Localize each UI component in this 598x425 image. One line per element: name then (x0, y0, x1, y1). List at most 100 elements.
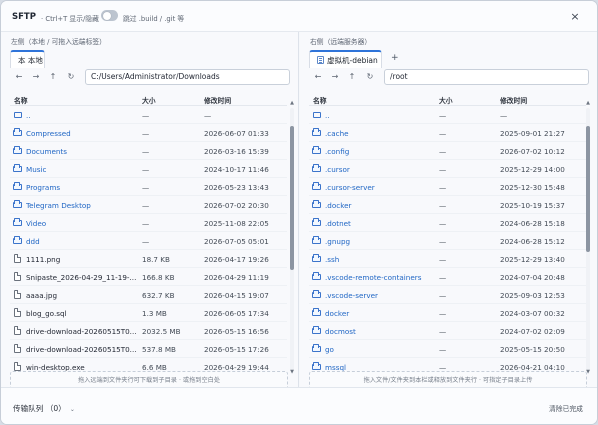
file-name: docmost (325, 327, 356, 336)
refresh-icon[interactable]: ↻ (365, 72, 375, 82)
table-row[interactable]: win-desktop.exe 6.6 MB 2026-04-29 19:44 (10, 358, 287, 371)
modified-time: 2026-04-29 11:19 (204, 273, 269, 282)
table-row[interactable]: Compressed — 2026-06-07 01:33 (10, 124, 287, 142)
modified-time: 2026-04-15 19:07 (204, 291, 269, 300)
scroll-up-icon[interactable]: ▲ (289, 101, 295, 106)
header-name[interactable]: 名称 (313, 95, 327, 105)
file-name: drive-download-20260515T0... (26, 327, 137, 336)
table-row[interactable]: .. — — (10, 106, 287, 124)
file-name: Telegram Desktop (26, 201, 91, 210)
modified-time: 2026-04-21 04:10 (500, 363, 565, 371)
transfer-queue[interactable]: 传输队列 （0） ⌄ (13, 403, 75, 414)
table-row[interactable]: .ssh — 2025-12-29 13:40 (309, 250, 586, 268)
server-icon (317, 56, 324, 64)
file-name: aaaa.jpg (26, 291, 58, 300)
table-row[interactable]: drive-download-20260515T0... 537.8 MB 2026… (10, 340, 287, 358)
file-name: .docker (325, 201, 352, 210)
table-row[interactable]: .cursor-server — 2025-12-30 15:48 (309, 178, 586, 196)
table-row[interactable]: .. — — (309, 106, 586, 124)
forward-arrow-icon[interactable]: → (330, 72, 340, 82)
right-scroll-thumb[interactable] (586, 126, 590, 252)
table-row[interactable]: .cache — 2025-09-01 21:27 (309, 124, 586, 142)
up-arrow-icon[interactable]: ↑ (347, 72, 357, 82)
left-pane: 左侧（本地 / 可拖入远端标签） 本 本地 ← → ↑ ↻ C:/Users/A… (1, 32, 299, 390)
table-row[interactable]: .docker — 2025-10-19 15:37 (309, 196, 586, 214)
modified-time: 2025-10-19 15:37 (500, 201, 565, 210)
left-table-header: 名称 大小 修改时间 (10, 92, 287, 106)
file-name: Documents (26, 147, 67, 156)
table-row[interactable]: Video — 2025-11-08 22:05 (10, 214, 287, 232)
table-row[interactable]: Music — 2024-10-17 11:46 (10, 160, 287, 178)
modified-time: 2024-10-17 11:46 (204, 165, 269, 174)
folder-icon (312, 146, 321, 154)
folder-icon (13, 218, 22, 226)
table-row[interactable]: .dotnet — 2024-06-28 15:18 (309, 214, 586, 232)
tab-local[interactable]: 本 本地 (10, 50, 45, 68)
back-arrow-icon[interactable]: ← (313, 72, 323, 82)
file-size: — (142, 237, 150, 246)
table-row[interactable]: .cursor — 2025-12-29 14:00 (309, 160, 586, 178)
file-name: docker (325, 309, 350, 318)
table-row[interactable]: go — 2025-05-15 20:50 (309, 340, 586, 358)
table-row[interactable]: .vscode-server — 2025-09-03 12:53 (309, 286, 586, 304)
up-arrow-icon[interactable]: ↑ (48, 72, 58, 82)
left-scroll-thumb[interactable] (290, 126, 294, 270)
table-row[interactable]: Documents — 2026-03-16 15:39 (10, 142, 287, 160)
table-row[interactable]: blog_go.sql 1.3 MB 2026-06-05 17:34 (10, 304, 287, 322)
file-size: — (439, 309, 447, 318)
modified-time: 2026-04-29 19:44 (204, 363, 269, 371)
folder-icon (312, 272, 321, 280)
left-scrollbar[interactable] (290, 108, 294, 370)
file-size: — (142, 201, 150, 210)
table-row[interactable]: .gnupg — 2024-06-28 15:12 (309, 232, 586, 250)
file-size: — (439, 111, 447, 120)
table-row[interactable]: .vscode-remote-containers — 2024-07-04 20:… (309, 268, 586, 286)
scroll-down-icon[interactable]: ▼ (289, 370, 295, 375)
clear-completed-button[interactable]: 清除已完成 (549, 403, 583, 413)
table-row[interactable]: Programs — 2026-05-23 13:43 (10, 178, 287, 196)
forward-arrow-icon[interactable]: → (31, 72, 41, 82)
modified-time: 2025-11-08 22:05 (204, 219, 269, 228)
header-size[interactable]: 大小 (142, 95, 156, 105)
file-name: .ssh (325, 255, 340, 264)
header-modified[interactable]: 修改时间 (204, 95, 231, 105)
table-row[interactable]: aaaa.jpg 632.7 KB 2026-04-15 19:07 (10, 286, 287, 304)
modified-time: 2026-04-17 19:26 (204, 255, 269, 264)
refresh-icon[interactable]: ↻ (66, 72, 76, 82)
file-size: — (439, 201, 447, 210)
file-size: — (439, 183, 447, 192)
table-row[interactable]: 1111.png 18.7 KB 2026-04-17 19:26 (10, 250, 287, 268)
local-path-input[interactable]: C:/Users/Administrator/Downloads (85, 69, 290, 85)
skip-build-toggle[interactable] (101, 10, 118, 21)
header-name[interactable]: 名称 (14, 95, 28, 105)
file-name: mssql (325, 363, 347, 371)
table-row[interactable]: docker — 2024-03-07 00:32 (309, 304, 586, 322)
table-row[interactable]: Telegram Desktop — 2026-07-02 20:30 (10, 196, 287, 214)
table-row[interactable]: ddd — 2026-07-05 05:01 (10, 232, 287, 250)
folder-icon (13, 236, 22, 244)
modified-time: 2026-07-02 10:12 (500, 147, 565, 156)
close-icon[interactable]: × (569, 11, 581, 23)
transfer-queue-label: 传输队列 （0） (13, 404, 66, 413)
header-modified[interactable]: 修改时间 (500, 95, 527, 105)
folder-icon (312, 236, 321, 244)
remote-path-input[interactable]: /root (384, 69, 589, 85)
file-size: — (142, 147, 150, 156)
left-pane-caption: 左侧（本地 / 可拖入远端标签） (11, 38, 106, 46)
tab-remote[interactable]: 虚拟机-debian (309, 50, 382, 68)
table-row[interactable]: drive-download-20260515T0... 2032.5 MB 202… (10, 322, 287, 340)
file-name: .. (325, 111, 330, 120)
back-arrow-icon[interactable]: ← (14, 72, 24, 82)
folder-icon (312, 200, 321, 208)
right-scrollbar[interactable] (586, 108, 590, 370)
modified-time: 2026-05-15 16:56 (204, 327, 269, 336)
table-row[interactable]: mssql — 2026-04-21 04:10 (309, 358, 586, 371)
table-row[interactable]: Snipaste_2026-04-29_11-19-... 166.8 KB 202… (10, 268, 287, 286)
folder-icon (13, 182, 22, 190)
file-size: 2032.5 MB (142, 327, 181, 336)
scroll-up-icon[interactable]: ▲ (585, 101, 591, 106)
table-row[interactable]: .config — 2026-07-02 10:12 (309, 142, 586, 160)
add-tab-icon[interactable]: + (391, 53, 399, 63)
header-size[interactable]: 大小 (439, 95, 453, 105)
table-row[interactable]: docmost — 2024-07-02 02:09 (309, 322, 586, 340)
